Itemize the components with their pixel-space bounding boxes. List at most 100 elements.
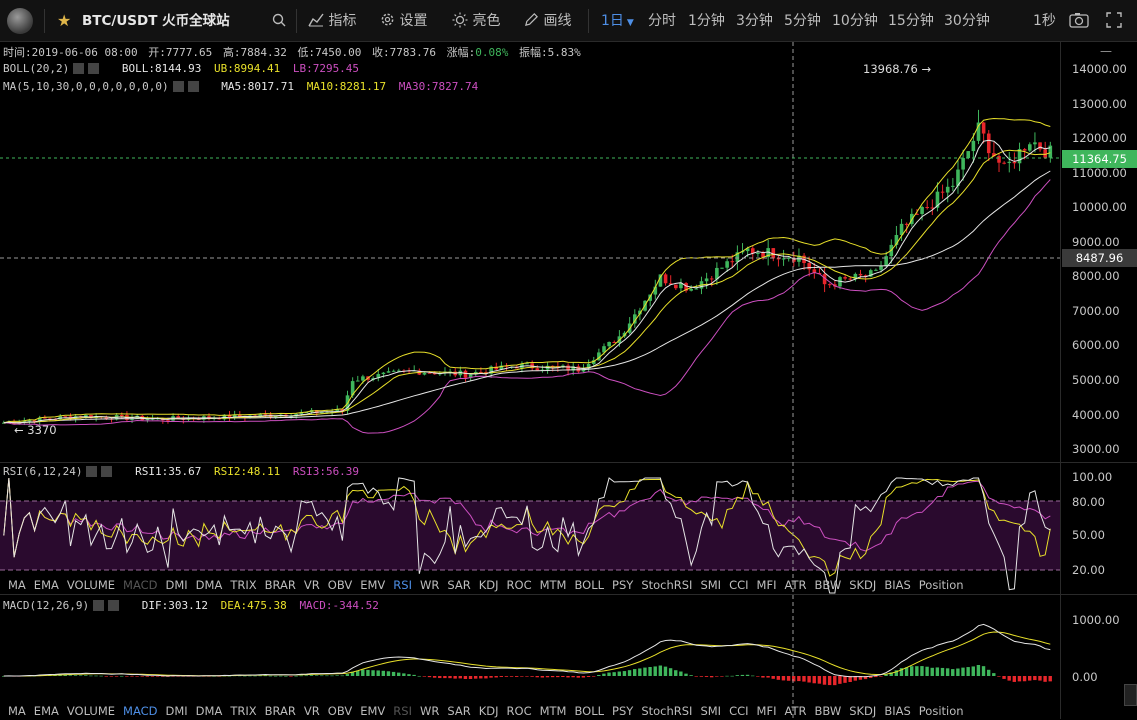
indicator-tab-stochrsi[interactable]: StochRSI [641, 578, 692, 592]
close-icon[interactable] [88, 63, 100, 74]
macd-histogram-bar [997, 676, 1001, 677]
indicator-tab-obv[interactable]: OBV [328, 704, 352, 718]
indicator-tab-roc[interactable]: ROC [507, 704, 532, 718]
indicator-tab-mtm[interactable]: MTM [540, 704, 567, 718]
settings-icon[interactable] [86, 466, 98, 477]
indicator-tab-cci[interactable]: CCI [729, 578, 748, 592]
candle-body [951, 185, 955, 187]
candle-body [997, 156, 1001, 163]
indicator-tab-obv[interactable]: OBV [328, 578, 352, 592]
macd-histogram-bar [397, 672, 401, 676]
scroll-right-handle[interactable] [1124, 684, 1137, 706]
indicator-tab-skdj[interactable]: SKDJ [849, 578, 876, 592]
indicator-tab-dma[interactable]: DMA [196, 704, 223, 718]
indicator-tab-ma[interactable]: MA [8, 704, 26, 718]
indicator-tab-dma[interactable]: DMA [196, 578, 223, 592]
candle-body [145, 419, 150, 421]
macd-histogram-bar [104, 676, 108, 677]
macd-histogram-bar [330, 675, 334, 677]
macd-histogram-bar [453, 676, 457, 679]
boll-lower-line [3, 179, 1051, 434]
macd-histogram-bar [602, 673, 606, 676]
macd-histogram-bar [674, 670, 678, 676]
indicator-tab-bias[interactable]: BIAS [884, 578, 910, 592]
macd-histogram-bar [314, 675, 319, 676]
indicator-tab-cci[interactable]: CCI [729, 704, 748, 718]
indicator-tab-roc[interactable]: ROC [507, 578, 532, 592]
low-value: 7450.00 [315, 46, 362, 59]
macd-histogram-bar [838, 676, 842, 684]
close-icon[interactable] [187, 81, 199, 92]
close-icon[interactable] [108, 600, 120, 611]
indicator-tab-volume[interactable]: VOLUME [67, 704, 115, 718]
indicator-tab-rsi[interactable]: RSI [393, 578, 412, 592]
price-axis-tick: 7000.00 [1072, 303, 1120, 318]
indicator-tab-boll[interactable]: BOLL [574, 578, 604, 592]
macd-histogram-bar [586, 676, 591, 677]
candle-body [843, 277, 847, 279]
indicator-tab-emv[interactable]: EMV [360, 704, 385, 718]
macd-histogram-bar [1002, 676, 1006, 679]
indicator-tab-trix[interactable]: TRIX [230, 704, 256, 718]
indicator-tab-bbw[interactable]: BBW [814, 704, 841, 718]
indicator-tab-skdj[interactable]: SKDJ [849, 704, 876, 718]
indicator-tab-emv[interactable]: EMV [360, 578, 385, 592]
indicator-tab-bias[interactable]: BIAS [884, 704, 910, 718]
indicator-tab-mfi[interactable]: MFI [757, 578, 777, 592]
indicator-tab-sar[interactable]: SAR [447, 704, 470, 718]
macd-histogram-bar [489, 676, 493, 678]
indicator-tab-kdj[interactable]: KDJ [479, 704, 499, 718]
candle-body [1012, 161, 1017, 164]
indicator-tab-boll[interactable]: BOLL [574, 704, 604, 718]
indicator-tab-ma[interactable]: MA [8, 578, 26, 592]
boll-legend: BOLL(20,2) BOLL:8144.93 UB:8994.41 LB:72… [3, 62, 359, 75]
indicator-tab-mfi[interactable]: MFI [757, 704, 777, 718]
rsi-axis-tick: 50.00 [1072, 528, 1105, 542]
macd-histogram-bar [284, 675, 288, 677]
indicator-tab-dmi[interactable]: DMI [166, 704, 188, 718]
macd-histogram-bar [956, 668, 960, 676]
macd-histogram-bar [961, 667, 965, 676]
time-label: 时间: [3, 46, 32, 59]
indicator-tab-smi[interactable]: SMI [700, 578, 721, 592]
indicator-tab-kdj[interactable]: KDJ [479, 578, 499, 592]
macd-legend: MACD(12,26,9) DIF:303.12 DEA:475.38 MACD… [3, 599, 379, 612]
indicator-tab-dmi[interactable]: DMI [166, 578, 188, 592]
indicator-tab-wr[interactable]: WR [420, 704, 439, 718]
indicator-tab-bbw[interactable]: BBW [814, 578, 841, 592]
macd-histogram-bar [571, 676, 575, 678]
indicator-tab-volume[interactable]: VOLUME [67, 578, 115, 592]
settings-icon[interactable] [93, 600, 105, 611]
ohlc-info-bar: 时间:2019-06-06 08:00 开:7777.65 高:7884.32 … [3, 44, 581, 60]
indicator-tab-atr[interactable]: ATR [784, 578, 806, 592]
indicator-tab-sar[interactable]: SAR [447, 578, 470, 592]
macd-histogram-bar [468, 676, 473, 679]
indicator-tab-ema[interactable]: EMA [34, 704, 59, 718]
indicator-tab-brar[interactable]: BRAR [265, 578, 296, 592]
indicator-tab-brar[interactable]: BRAR [265, 704, 296, 718]
indicator-tab-stochrsi[interactable]: StochRSI [641, 704, 692, 718]
indicator-tab-mtm[interactable]: MTM [540, 578, 567, 592]
indicator-tab-macd[interactable]: MACD [123, 704, 157, 718]
indicator-tab-wr[interactable]: WR [420, 578, 439, 592]
settings-icon[interactable] [172, 81, 184, 92]
macd-histogram-bar [119, 675, 124, 677]
indicator-tab-ema[interactable]: EMA [34, 578, 59, 592]
indicator-tab-trix[interactable]: TRIX [230, 578, 256, 592]
indicator-tab-smi[interactable]: SMI [700, 704, 721, 718]
settings-icon[interactable] [73, 63, 85, 74]
indicator-tab-vr[interactable]: VR [304, 578, 320, 592]
minimize-icon[interactable]: — [1100, 44, 1112, 58]
rsi2-value: RSI2:48.11 [213, 465, 281, 478]
indicator-tab-psy[interactable]: PSY [612, 578, 633, 592]
indicator-tab-position[interactable]: Position [919, 704, 964, 718]
indicator-tab-rsi[interactable]: RSI [393, 704, 412, 718]
indicator-tab-vr[interactable]: VR [304, 704, 320, 718]
rsi1-value: RSI1:35.67 [135, 465, 202, 478]
close-icon[interactable] [101, 466, 113, 477]
indicator-tab-atr[interactable]: ATR [784, 704, 806, 718]
indicator-tab-macd[interactable]: MACD [123, 578, 157, 592]
indicator-tab-position[interactable]: Position [919, 578, 964, 592]
indicator-tab-psy[interactable]: PSY [612, 704, 633, 718]
macd-dea-line [3, 631, 1051, 677]
